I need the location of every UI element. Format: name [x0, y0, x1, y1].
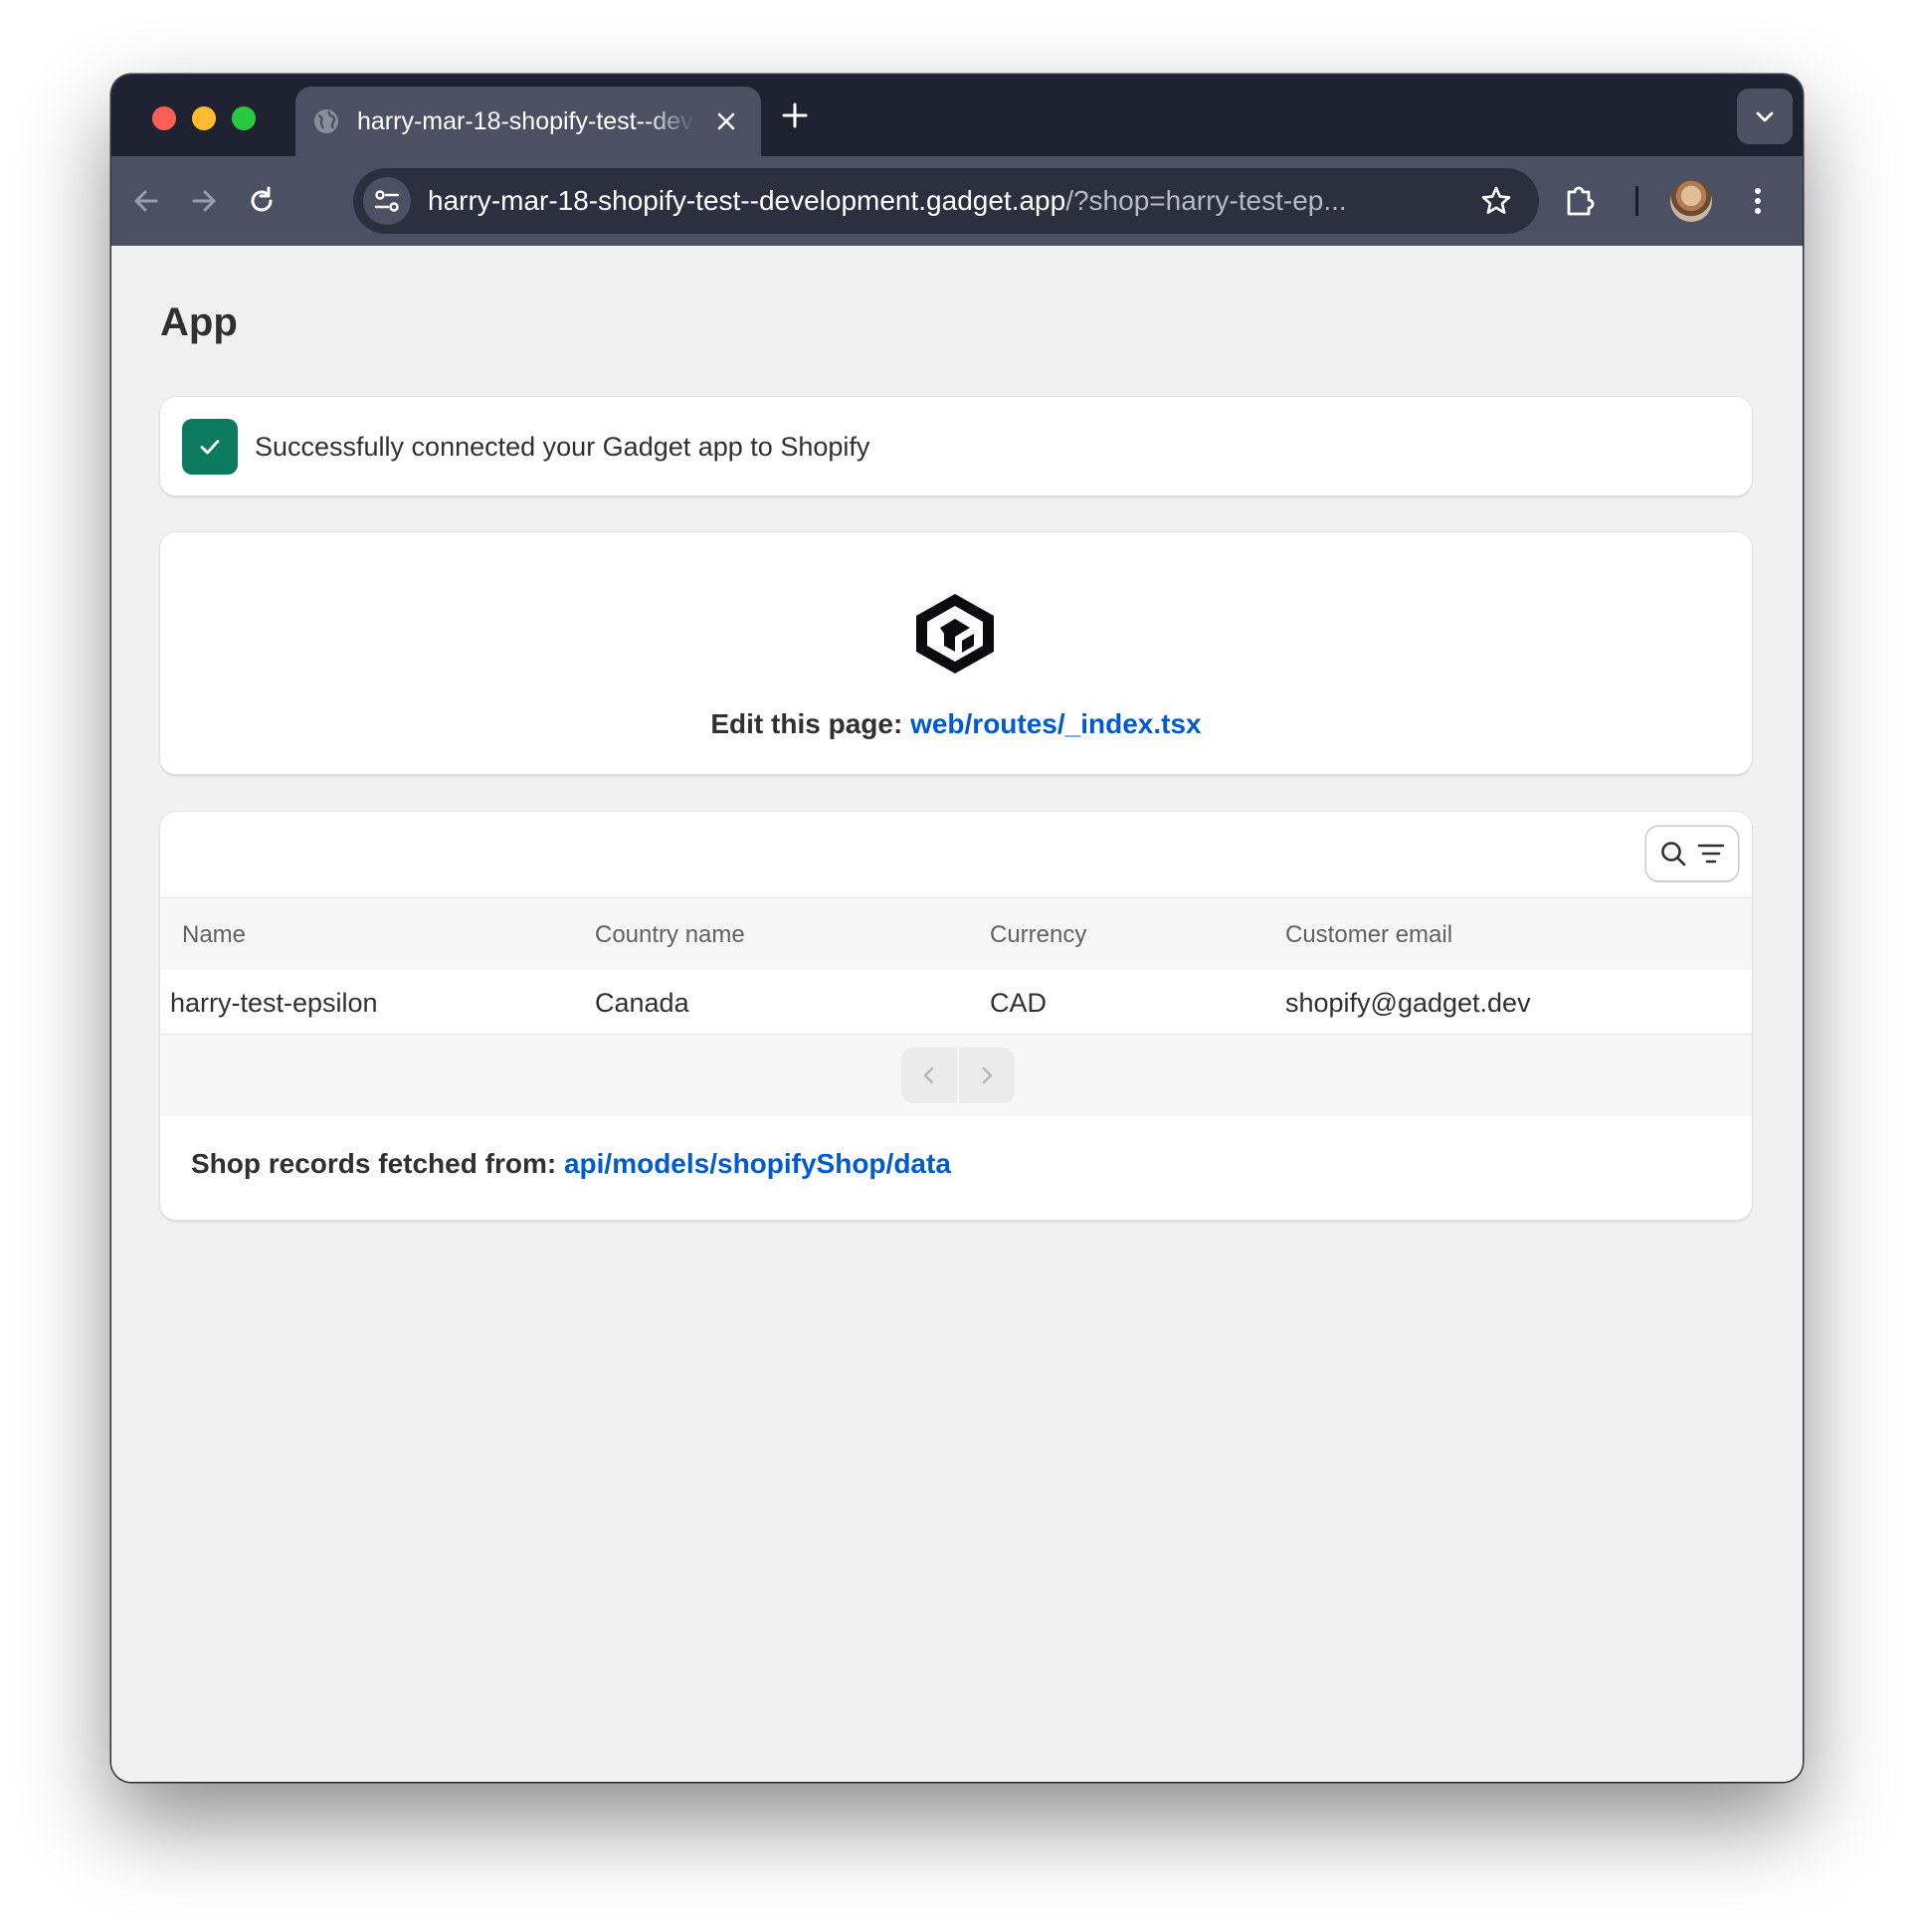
next-page-button[interactable] — [959, 1048, 1015, 1103]
back-arrow-icon[interactable] — [128, 183, 164, 219]
browser-window: harry-mar-18-shopify-test--development.g… — [111, 75, 1803, 1782]
filter-icon — [1697, 844, 1725, 864]
tab-title: harry-mar-18-shopify-test--development.g… — [357, 107, 695, 135]
edit-page-line: Edit this page: web/routes/_index.tsx — [160, 706, 1752, 742]
search-filter-button[interactable] — [1646, 827, 1738, 880]
url-host: harry-mar-18-shopify-test--development.g… — [428, 185, 1066, 216]
previous-page-button[interactable] — [901, 1048, 957, 1103]
tab-strip: harry-mar-18-shopify-test--development.g… — [111, 75, 1803, 156]
chevron-down-icon — [1756, 111, 1774, 122]
more-vert-icon[interactable] — [1739, 182, 1777, 220]
column-header-email[interactable]: Customer email — [1285, 920, 1452, 950]
chevron-left-icon — [923, 1066, 934, 1084]
url-text[interactable]: harry-mar-18-shopify-test--development.g… — [428, 184, 1347, 218]
site-settings-button[interactable] — [363, 177, 411, 225]
cell-name: harry-test-epsilon — [170, 988, 378, 1018]
star-icon[interactable] — [1479, 184, 1513, 218]
table-header: Name Country name Currency Customer emai… — [160, 897, 1752, 971]
forward-arrow-icon[interactable] — [186, 183, 222, 219]
column-header-country[interactable]: Country name — [595, 920, 745, 950]
reload-icon[interactable] — [244, 183, 280, 219]
toolbar-separator — [1635, 186, 1638, 216]
chevron-right-icon — [982, 1066, 993, 1084]
tab-search-button[interactable] — [1737, 89, 1793, 144]
gadget-logo-icon — [916, 594, 994, 674]
close-window-button[interactable] — [152, 106, 176, 130]
zoom-window-button[interactable] — [232, 106, 256, 130]
page-content: App Successfully connected your Gadget a… — [111, 246, 1803, 1782]
browser-tab[interactable]: harry-mar-18-shopify-test--development.g… — [295, 87, 761, 156]
records-source-link[interactable]: api/models/shopifyShop/data — [564, 1148, 951, 1179]
column-header-name[interactable]: Name — [182, 920, 246, 950]
shops-table-card: Name Country name Currency Customer emai… — [160, 812, 1752, 1220]
search-icon — [1661, 842, 1686, 867]
globe-icon — [314, 109, 338, 133]
column-header-currency[interactable]: Currency — [990, 920, 1086, 950]
checkmark-icon — [182, 419, 238, 475]
page-title: App — [160, 300, 238, 344]
cell-email: shopify@gadget.dev — [1285, 988, 1531, 1018]
edit-page-link[interactable]: web/routes/_index.tsx — [910, 708, 1202, 739]
banner-message: Successfully connected your Gadget app t… — [255, 432, 870, 462]
site-settings-icon — [374, 190, 400, 212]
cell-currency: CAD — [990, 988, 1048, 1018]
edit-page-card: Edit this page: web/routes/_index.tsx — [160, 532, 1752, 774]
profile-avatar[interactable] — [1670, 180, 1712, 222]
table-row[interactable]: harry-test-epsilon Canada CAD shopify@ga… — [160, 970, 1752, 1035]
cell-country: Canada — [595, 988, 689, 1018]
edit-page-label: Edit this page: — [710, 708, 903, 739]
plus-icon[interactable] — [778, 98, 812, 132]
url-query: /?shop=harry-test-ep... — [1065, 185, 1347, 216]
minimize-window-button[interactable] — [192, 106, 216, 130]
records-source-line: Shop records fetched from: api/models/sh… — [191, 1146, 951, 1182]
close-icon[interactable] — [713, 108, 739, 134]
extensions-icon[interactable] — [1561, 182, 1599, 220]
records-source-label: Shop records fetched from: — [191, 1148, 557, 1179]
browser-toolbar: harry-mar-18-shopify-test--development.g… — [111, 156, 1803, 247]
success-banner: Successfully connected your Gadget app t… — [160, 397, 1752, 495]
address-bar[interactable]: harry-mar-18-shopify-test--development.g… — [353, 168, 1539, 234]
pagination — [160, 1035, 1752, 1116]
